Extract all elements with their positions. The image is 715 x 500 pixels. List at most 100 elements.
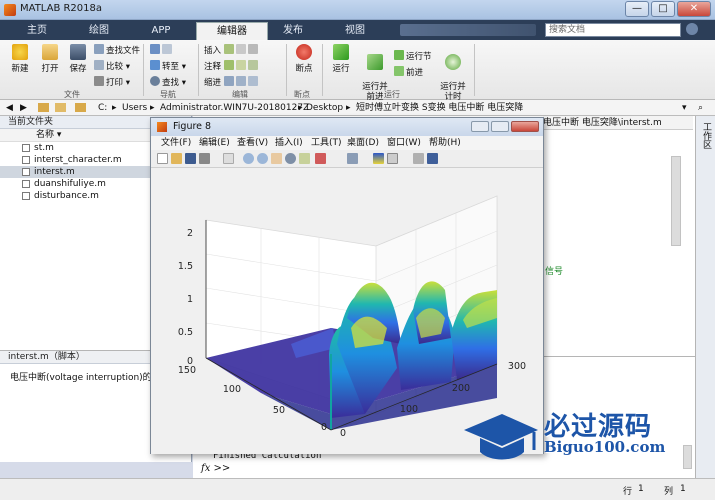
path-separator: ▸ bbox=[346, 103, 351, 113]
editor-scrollbar[interactable] bbox=[671, 156, 681, 246]
menu-view[interactable]: 查看(V) bbox=[237, 136, 268, 150]
hide-tools-icon[interactable] bbox=[413, 153, 424, 164]
tab-view[interactable]: 视图 bbox=[326, 22, 384, 40]
pan-icon[interactable] bbox=[271, 153, 282, 164]
brush-icon[interactable] bbox=[315, 153, 326, 164]
link-icon[interactable] bbox=[347, 153, 358, 164]
m-file-icon bbox=[22, 168, 30, 176]
print-icon[interactable] bbox=[199, 153, 210, 164]
editor-tab[interactable]: 电压中断 电压突降\interst.m bbox=[543, 116, 693, 130]
run-advance-icon bbox=[367, 54, 383, 70]
close-button[interactable]: ✕ bbox=[677, 1, 711, 17]
menu-insert[interactable]: 插入(I) bbox=[275, 136, 303, 150]
new-button[interactable]: 新建 bbox=[6, 44, 34, 74]
wrap-icon bbox=[247, 60, 258, 70]
graduation-cap-logo-icon bbox=[464, 414, 538, 460]
insert-button[interactable]: 插入 bbox=[204, 44, 260, 56]
indent-more-icon bbox=[235, 76, 246, 86]
open-icon[interactable] bbox=[171, 153, 182, 164]
save-button[interactable]: 保存 bbox=[64, 44, 92, 74]
tab-home[interactable]: 主页 bbox=[8, 22, 66, 40]
path-segment[interactable]: Administrator.WIN7U-20180127Z bbox=[160, 100, 309, 116]
browse-icon[interactable] bbox=[55, 103, 66, 112]
x-tick: 100 bbox=[400, 404, 418, 415]
maximize-button[interactable]: □ bbox=[651, 1, 675, 17]
path-dropdown-icon[interactable]: ▾ bbox=[682, 100, 687, 116]
tab-apps[interactable]: APP bbox=[132, 22, 190, 40]
find-button[interactable]: 查找 ▾ bbox=[150, 76, 186, 88]
z-tick: 1 bbox=[187, 294, 193, 305]
run-button[interactable]: 运行 bbox=[328, 44, 354, 74]
help-icon[interactable] bbox=[686, 23, 698, 35]
show-tools-icon[interactable] bbox=[427, 153, 438, 164]
menu-window[interactable]: 窗口(W) bbox=[387, 136, 421, 150]
find-files-icon bbox=[94, 44, 104, 54]
path-segment[interactable]: Desktop bbox=[306, 100, 343, 116]
ribbon-tabs: 主页 绘图 APP 编辑器 发布 视图 搜索文档 bbox=[0, 20, 715, 40]
up-folder-icon[interactable] bbox=[38, 103, 49, 112]
rotate-icon[interactable] bbox=[285, 153, 296, 164]
data-cursor-icon[interactable] bbox=[299, 153, 310, 164]
path-segment[interactable]: C: bbox=[98, 100, 107, 116]
menu-edit[interactable]: 编辑(E) bbox=[199, 136, 230, 150]
divider bbox=[143, 44, 144, 96]
save-icon[interactable] bbox=[185, 153, 196, 164]
plus-icon bbox=[12, 44, 28, 60]
figure-window[interactable]: Figure 8 文件(F) 编辑(E) 查看(V) 插入(I) 工具(T) 桌… bbox=[150, 117, 544, 454]
run-time-button[interactable]: 运行并 计时 bbox=[438, 44, 468, 102]
advance-button[interactable]: 前进 bbox=[394, 66, 423, 78]
nav-back-icon[interactable] bbox=[150, 44, 174, 56]
status-row-value: 1 bbox=[638, 484, 644, 494]
new-figure-icon[interactable] bbox=[157, 153, 168, 164]
path-separator: ▸ bbox=[298, 103, 303, 113]
run-section-button[interactable]: 运行节 bbox=[394, 50, 432, 62]
menu-file[interactable]: 文件(F) bbox=[161, 136, 191, 150]
group-run-label: 运行 bbox=[384, 90, 400, 99]
play-icon bbox=[333, 44, 349, 60]
figure-close-button[interactable] bbox=[511, 121, 539, 132]
tab-plots[interactable]: 绘图 bbox=[70, 22, 128, 40]
path-segment[interactable]: Users bbox=[122, 100, 147, 116]
figure-toolbar bbox=[151, 150, 543, 168]
open-button[interactable]: 打开 bbox=[36, 44, 64, 74]
colorbar-icon[interactable] bbox=[373, 153, 384, 164]
comment-icon bbox=[235, 60, 246, 70]
menu-tools[interactable]: 工具(T) bbox=[311, 136, 342, 150]
breakpoints-button[interactable]: 断点 bbox=[292, 44, 316, 74]
compare-button[interactable]: 比较 ▾ bbox=[94, 60, 130, 72]
figure-maximize-button[interactable] bbox=[491, 121, 509, 132]
back-arrow-icon[interactable]: ◀ bbox=[6, 100, 13, 116]
path-segment[interactable]: 短时傅立叶变换 S变换 电压中断 电压突降 bbox=[356, 100, 523, 116]
m-file-icon bbox=[22, 156, 30, 164]
search-input[interactable]: 搜索文档 bbox=[545, 23, 681, 37]
zoom-in-icon[interactable] bbox=[243, 153, 254, 164]
save-icon bbox=[70, 44, 86, 60]
comment-button[interactable]: 注释 bbox=[204, 60, 260, 72]
minimize-button[interactable]: — bbox=[625, 1, 649, 17]
menu-help[interactable]: 帮助(H) bbox=[429, 136, 461, 150]
breakpoint-icon bbox=[296, 44, 312, 60]
tab-editor[interactable]: 编辑器 bbox=[196, 22, 268, 40]
status-col-value: 1 bbox=[680, 484, 686, 494]
y-tick: 50 bbox=[273, 405, 285, 416]
address-bar[interactable]: ◀ ▶ C: ▸ Users ▸ Administrator.WIN7U-201… bbox=[0, 100, 715, 116]
find-files-button[interactable]: 查找文件 bbox=[94, 44, 140, 56]
path-search-icon[interactable]: ⌕ bbox=[698, 100, 703, 116]
forward-arrow-icon[interactable]: ▶ bbox=[20, 100, 27, 116]
print-button[interactable]: 打印 ▾ bbox=[94, 76, 130, 88]
command-prompt[interactable]: fx >> bbox=[201, 463, 230, 474]
indent-button[interactable]: 缩进 bbox=[204, 76, 260, 88]
fx-icon bbox=[235, 44, 246, 54]
quick-access-toolbar[interactable] bbox=[400, 24, 536, 36]
open-label: 打开 bbox=[41, 64, 59, 74]
legend-icon[interactable] bbox=[387, 153, 398, 164]
tab-publish[interactable]: 发布 bbox=[264, 22, 322, 40]
m-file-icon bbox=[22, 192, 30, 200]
x-tick: 300 bbox=[508, 361, 526, 372]
percent-icon bbox=[223, 60, 234, 70]
zoom-out-icon[interactable] bbox=[257, 153, 268, 164]
figure-minimize-button[interactable] bbox=[471, 121, 489, 132]
goto-button[interactable]: 转至 ▾ bbox=[150, 60, 186, 72]
pointer-icon[interactable] bbox=[223, 153, 234, 164]
menu-desktop[interactable]: 桌面(D) bbox=[347, 136, 379, 150]
